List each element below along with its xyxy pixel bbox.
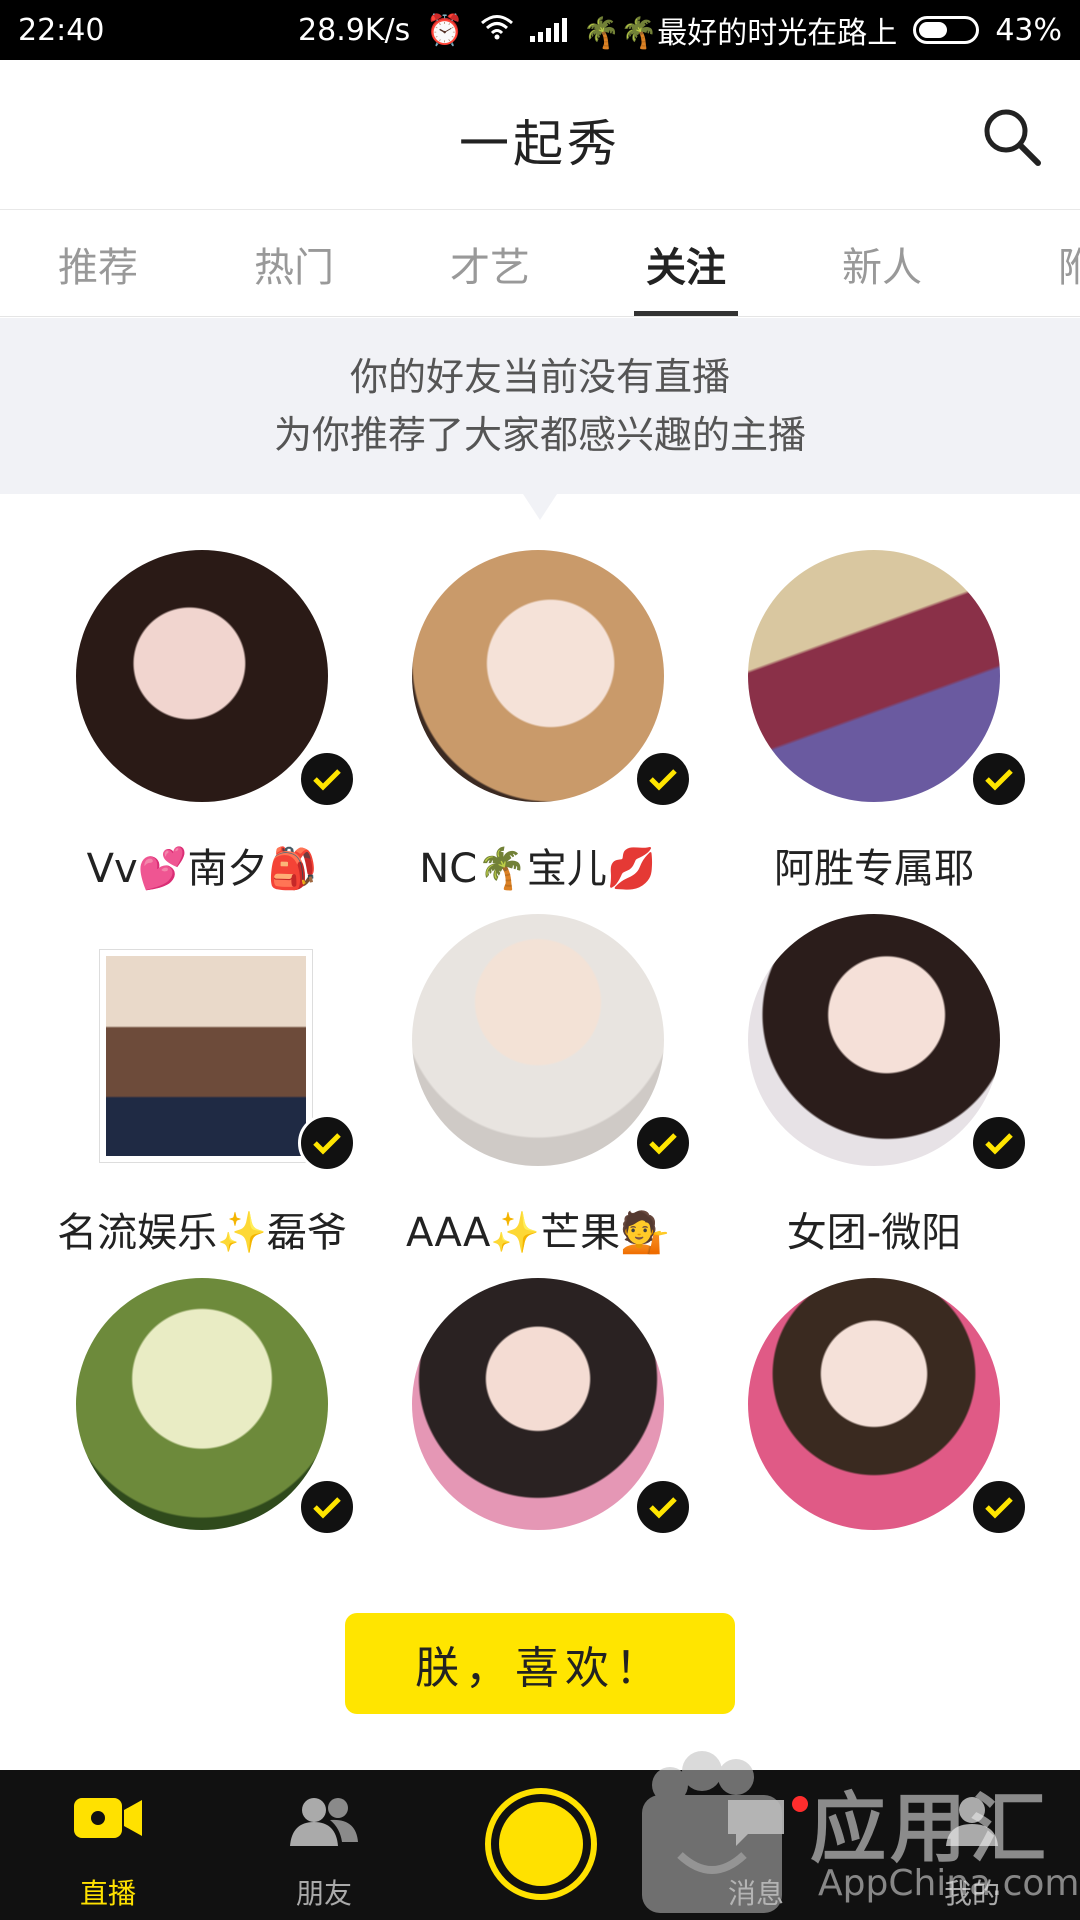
status-battery: 43% bbox=[995, 12, 1062, 48]
avatar bbox=[748, 1278, 1000, 1530]
avatar bbox=[748, 914, 1000, 1166]
nav-item-messages[interactable]: 消息 bbox=[656, 1770, 856, 1920]
avatar bbox=[412, 914, 664, 1166]
unread-dot bbox=[792, 1796, 808, 1812]
bottom-nav: 直播 朋友 消息 我的 bbox=[0, 1770, 1080, 1920]
video-camera-icon bbox=[72, 1794, 144, 1846]
check-icon[interactable] bbox=[970, 1478, 1028, 1536]
streamer-name: NC🌴宝儿💋 bbox=[419, 846, 657, 892]
check-icon[interactable] bbox=[298, 1478, 356, 1536]
tab-bar: 推荐 热门 才艺 关注 新人 附 bbox=[0, 212, 1080, 317]
streamer-name: 女团-微阳 bbox=[786, 1210, 962, 1256]
nav-label: 我的 bbox=[943, 1877, 1000, 1910]
alarm-icon: ⏰ bbox=[426, 12, 464, 48]
streamer-name: 名流娱乐✨磊爷 bbox=[57, 1210, 347, 1256]
avatar bbox=[76, 1278, 328, 1530]
nav-item-profile[interactable]: 我的 bbox=[872, 1770, 1072, 1920]
check-icon[interactable] bbox=[634, 1114, 692, 1172]
notice-line-1: 你的好友当前没有直播 bbox=[349, 355, 730, 399]
notice-line-2: 为你推荐了大家都感兴趣的主播 bbox=[273, 413, 806, 457]
profile-icon bbox=[942, 1794, 1002, 1852]
no-live-notice: 你的好友当前没有直播 为你推荐了大家都感兴趣的主播 bbox=[0, 318, 1080, 494]
app-header: 一起秀 bbox=[0, 60, 1080, 210]
signal-icon bbox=[529, 18, 567, 42]
check-icon[interactable] bbox=[634, 750, 692, 808]
battery-icon bbox=[913, 16, 980, 44]
check-icon[interactable] bbox=[970, 750, 1028, 808]
wifi-icon bbox=[480, 13, 514, 48]
check-icon[interactable] bbox=[298, 1114, 356, 1172]
check-icon[interactable] bbox=[298, 750, 356, 808]
record-icon[interactable] bbox=[485, 1788, 597, 1900]
nav-item-live[interactable]: 直播 bbox=[8, 1770, 208, 1920]
nav-label: 消息 bbox=[727, 1877, 784, 1910]
nav-label: 朋友 bbox=[295, 1877, 352, 1910]
streamer-name: AAA✨芒果💁 bbox=[406, 1210, 670, 1256]
streamer-name: 阿胜专属耶 bbox=[774, 846, 974, 892]
status-time: 22:40 bbox=[18, 12, 105, 48]
avatar bbox=[412, 1278, 664, 1530]
check-icon[interactable] bbox=[970, 1114, 1028, 1172]
avatar bbox=[748, 550, 1000, 802]
status-carrier: 🌴🌴最好的时光在路上 bbox=[582, 16, 898, 51]
avatar bbox=[76, 550, 328, 802]
page-title: 一起秀 bbox=[459, 115, 621, 173]
tab-talent[interactable]: 才艺 bbox=[392, 212, 588, 316]
check-icon[interactable] bbox=[634, 1478, 692, 1536]
tab-nearby[interactable]: 附 bbox=[980, 212, 1080, 316]
friends-icon bbox=[286, 1794, 362, 1852]
follow-all-button[interactable]: 朕，喜欢！ bbox=[345, 1613, 735, 1714]
notice-pointer bbox=[523, 494, 557, 520]
streamer-name: Vv💕南夕🎒 bbox=[86, 846, 318, 892]
tab-hot[interactable]: 热门 bbox=[196, 212, 392, 316]
message-icon bbox=[724, 1794, 788, 1852]
tab-following[interactable]: 关注 bbox=[588, 212, 784, 316]
status-bar: 22:40 28.9K/s ⏰ 🌴🌴最好的时光在路上 43% bbox=[0, 0, 1080, 60]
search-icon[interactable] bbox=[980, 105, 1044, 169]
avatar bbox=[412, 550, 664, 802]
avatar bbox=[100, 950, 312, 1162]
nav-label: 直播 bbox=[79, 1877, 136, 1910]
tab-new[interactable]: 新人 bbox=[784, 212, 980, 316]
tab-recommend[interactable]: 推荐 bbox=[0, 212, 196, 316]
nav-item-friends[interactable]: 朋友 bbox=[224, 1770, 424, 1920]
status-net-speed: 28.9K/s bbox=[298, 12, 411, 48]
